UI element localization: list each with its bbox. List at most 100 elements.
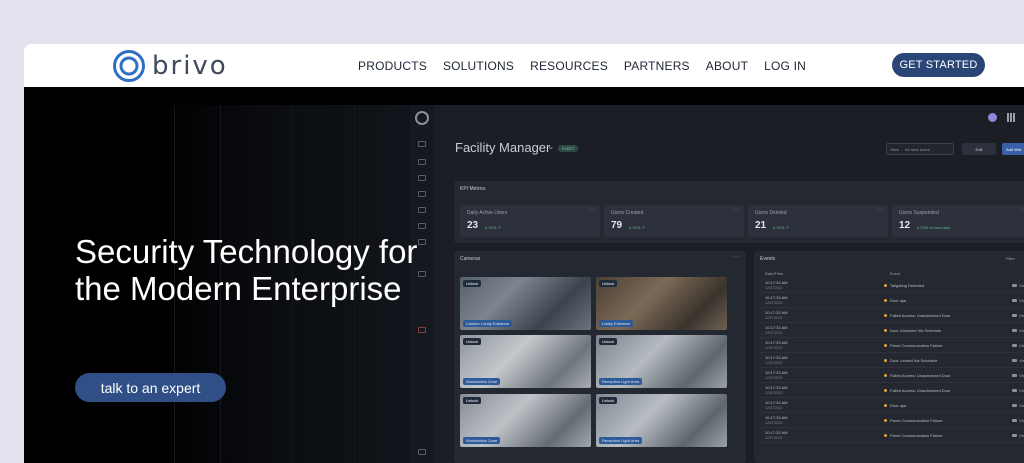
phone-icon xyxy=(418,207,426,213)
event-row: 10:17:33 AM 12/07/2022 Failed Access: Unau… xyxy=(760,384,1024,398)
kpi-title: KPI Metrics xyxy=(460,186,486,192)
event-name: Failed Access: Unauthorized Door xyxy=(890,388,951,393)
activity-icon xyxy=(418,159,426,165)
get-started-button[interactable]: GET STARTED xyxy=(892,53,985,77)
event-time: 10:17:33 AM xyxy=(765,430,788,435)
dashboard-screenshot: Facility Manager ⌄ FLEET Sites All sites… xyxy=(410,105,1024,463)
event-time: 10:17:33 AM xyxy=(765,310,788,315)
event-name: Failed Access: Unauthorized Door xyxy=(890,373,951,378)
more-icon: ··· xyxy=(877,207,883,213)
edit-button: Edit xyxy=(962,143,996,155)
unlock-badge: Unlock xyxy=(463,397,482,404)
event-name: Door Locked Via Schedule xyxy=(890,358,938,363)
event-time: 10:17:33 AM xyxy=(765,400,788,405)
sites-select-label: Sites xyxy=(890,146,899,152)
event-row: 10:17:33 AM 12/07/2022 Panel Communication… xyxy=(760,429,1024,443)
event-time: 10:17:33 AM xyxy=(765,415,788,420)
view-link: View xyxy=(1019,343,1024,348)
nav-about[interactable]: ABOUT xyxy=(706,59,748,73)
camera-icon xyxy=(1012,419,1017,422)
kpi-label: Daily Active Users xyxy=(467,210,508,216)
camera-icon xyxy=(1012,359,1017,362)
home-icon xyxy=(418,141,426,147)
event-status-dot xyxy=(884,419,887,422)
event-time: 10:17:33 AM xyxy=(765,280,788,285)
hero-headline-line2: the Modern Enterprise xyxy=(75,270,402,307)
kpi-card: Daily Active Users 23 0.42% ↗ ··· xyxy=(460,205,600,237)
unlock-badge: Unlock xyxy=(599,397,618,404)
hero-section: Facility Manager ⌄ FLEET Sites All sites… xyxy=(24,87,1024,463)
more-icon: ··· xyxy=(732,254,740,260)
event-date: 12/07/2022 xyxy=(765,286,783,290)
event-row: 10:17:33 AM 12/07/2022 Door Locked Via Sch… xyxy=(760,354,1024,368)
hero-headline-line1: Security Technology for xyxy=(75,233,418,270)
nav-login[interactable]: LOG IN xyxy=(764,59,806,73)
dashboard-logo-icon xyxy=(415,111,429,125)
view-link: View xyxy=(1019,373,1024,378)
kpi-card: Users Suspended 12 0.23% of total user ·… xyxy=(892,205,1024,237)
event-status-dot xyxy=(884,359,887,362)
event-row: 10:17:33 AM 12/07/2022 Door Unlocked Via S… xyxy=(760,324,1024,338)
event-date: 12/07/2022 xyxy=(765,346,783,350)
camera-name: Cashier Lobby Entrance xyxy=(463,320,512,327)
alert-icon xyxy=(418,327,426,333)
event-row: 10:17:33 AM12/07/2022 Door ajar View xyxy=(760,294,1024,308)
camera-tile: Unlock Reception Light Area xyxy=(596,394,727,447)
nav-partners[interactable]: PARTNERS xyxy=(624,59,690,73)
unlock-badge: Unlock xyxy=(599,338,618,345)
event-row: 10:17:33 AM12/07/2022 Door ajar View xyxy=(760,399,1024,413)
kpi-value: 23 xyxy=(467,220,479,231)
event-date: 12/07/2022 xyxy=(765,316,783,320)
event-name: Door Unlocked Via Schedule xyxy=(890,328,942,333)
event-row: 10:17:33 AM 12/07/2022 Panel Communication… xyxy=(760,339,1024,353)
view-link: View xyxy=(1019,418,1024,423)
nav-resources[interactable]: RESOURCES xyxy=(530,59,608,73)
document-icon xyxy=(418,449,426,455)
camera-tile: Unlock Workstation Zone xyxy=(460,394,591,447)
sites-select-value: All sites active xyxy=(904,146,931,152)
camera-tile: Unlock Cashier Lobby Entrance xyxy=(460,277,591,330)
camera-icon xyxy=(1012,299,1017,302)
camera-name: Reception Light Area xyxy=(599,437,643,444)
event-name: Panel Communication Failure xyxy=(890,433,943,438)
view-link: View xyxy=(1019,403,1024,408)
event-status-dot xyxy=(884,299,887,302)
view-link: View xyxy=(1019,328,1024,333)
chevron-down-icon: ⌄ xyxy=(547,141,555,151)
event-date: 12/07/2022 xyxy=(765,376,783,380)
kpi-delta: 0.23% of total user xyxy=(917,225,951,230)
more-icon: ··· xyxy=(733,207,739,213)
camera-icon xyxy=(1012,404,1017,407)
car-icon xyxy=(418,191,426,197)
kpi-delta: 0.42% ↗ xyxy=(485,225,501,230)
top-navbar: brivo PRODUCTS SOLUTIONS RESOURCES PARTN… xyxy=(24,44,1024,87)
brand-name: brivo xyxy=(152,51,228,81)
talk-to-expert-button[interactable]: talk to an expert xyxy=(75,373,226,402)
brivo-logo[interactable]: brivo xyxy=(112,48,228,84)
kpi-card: Users Deleted 21 0.42% ↗ ··· xyxy=(748,205,888,237)
event-status-dot xyxy=(884,344,887,347)
event-date: 12/07/2022 xyxy=(765,361,783,365)
events-panel: Events Filter Date/Time Event 10:17:33 A… xyxy=(754,251,1024,463)
filter-button: Filter xyxy=(1006,256,1015,261)
dashboard-title: Facility Manager xyxy=(455,140,551,155)
event-status-dot xyxy=(884,434,887,437)
event-date: 12/07/2022 xyxy=(765,331,783,335)
column-header-event: Event xyxy=(890,271,901,276)
camera-tile: Unlock Workstation Zone xyxy=(460,335,591,388)
camera-icon xyxy=(1012,314,1017,317)
browser-page: brivo PRODUCTS SOLUTIONS RESOURCES PARTN… xyxy=(24,44,1024,463)
camera-tile: Unlock Lobby Entrance xyxy=(596,277,727,330)
camera-icon xyxy=(1012,284,1017,287)
event-date: 12/07/2022 xyxy=(765,421,783,425)
camera-icon xyxy=(1012,329,1017,332)
kpi-delta: 0.42% ↗ xyxy=(629,225,645,230)
event-time: 10:17:33 AM xyxy=(765,355,788,360)
event-name: Panel Communication Failure xyxy=(890,343,943,348)
unlock-badge: Unlock xyxy=(463,338,482,345)
camera-name: Workstation Zone xyxy=(463,437,501,444)
nav-products[interactable]: PRODUCTS xyxy=(358,59,427,73)
kpi-panel: KPI Metrics Daily Active Users 23 0.42% … xyxy=(454,181,1024,243)
nav-solutions[interactable]: SOLUTIONS xyxy=(443,59,514,73)
table-icon xyxy=(418,223,426,229)
